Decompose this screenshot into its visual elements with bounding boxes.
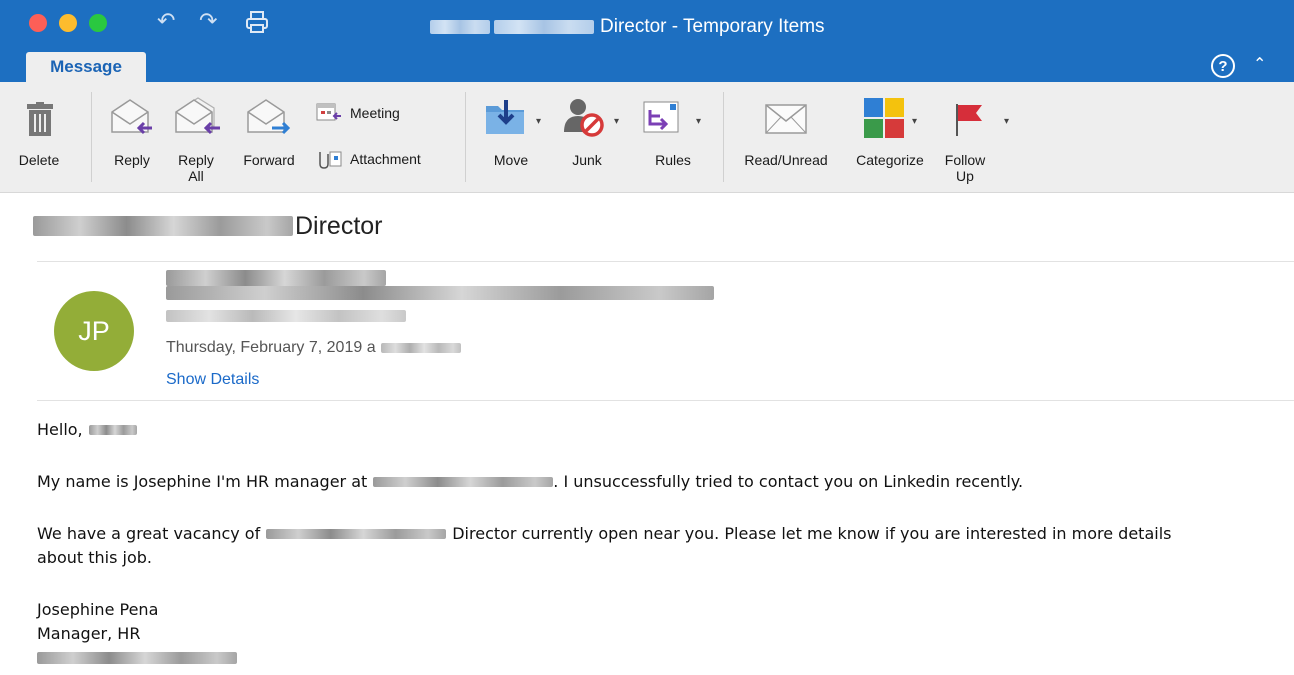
para2-start: We have a great vacancy of <box>37 524 261 543</box>
categorize-icon <box>864 98 904 138</box>
redacted-text <box>88 425 137 435</box>
follow-up-label-line1: Follow <box>944 152 986 168</box>
reply-all-button[interactable]: Reply All <box>168 96 224 186</box>
trash-icon <box>27 102 53 136</box>
window-title: Director - Temporary Items <box>430 14 990 40</box>
collapse-ribbon-icon[interactable]: ⌃ <box>1253 54 1266 73</box>
signature-name: Josephine Pena <box>37 600 159 619</box>
move-button[interactable]: ▾ Move <box>484 96 546 176</box>
forward-icon <box>247 99 291 135</box>
show-details-link[interactable]: Show Details <box>166 371 259 389</box>
meeting-button[interactable]: Meeting <box>316 102 400 124</box>
rules-icon <box>643 101 679 133</box>
reply-label: Reply <box>114 152 150 168</box>
redacted-text <box>373 477 554 487</box>
close-window-button[interactable] <box>29 14 47 32</box>
tab-bar: Message ? ⌃ <box>0 52 1294 82</box>
redacted-text <box>166 310 406 322</box>
greeting-text: Hello, <box>37 420 83 439</box>
redacted-text <box>33 216 293 236</box>
envelope-icon <box>765 104 807 134</box>
rules-label: Rules <box>655 152 691 168</box>
reply-icon <box>111 99 152 135</box>
redacted-text <box>494 20 594 34</box>
flag-icon <box>956 104 982 136</box>
tab-message[interactable]: Message <box>26 52 146 82</box>
junk-icon <box>564 99 604 137</box>
undo-icon[interactable]: ↶ <box>157 10 175 34</box>
window-title-text: Director - Temporary Items <box>600 16 825 37</box>
move-dropdown-icon[interactable]: ▾ <box>536 114 541 130</box>
subject-text: Director <box>295 211 383 240</box>
folder-move-icon <box>486 100 524 134</box>
print-icon[interactable] <box>245 10 269 40</box>
ribbon-separator <box>723 92 724 182</box>
read-unread-button[interactable]: Read/Unread <box>735 96 837 176</box>
junk-label: Junk <box>572 152 602 168</box>
attachment-label: Attachment <box>350 151 421 167</box>
para2-end: Director currently open near you. Please… <box>452 524 1172 543</box>
delete-label: Delete <box>18 152 60 168</box>
minimize-window-button[interactable] <box>59 14 77 32</box>
reply-button[interactable]: Reply <box>104 96 160 176</box>
follow-up-button[interactable]: ▾ Follow Up <box>945 96 1016 186</box>
reply-all-label-line1: Reply <box>178 152 214 168</box>
ribbon-separator <box>465 92 466 182</box>
categorize-label: Categorize <box>856 152 924 168</box>
rules-button[interactable]: ▾ Rules <box>642 96 704 176</box>
reply-all-label-line2: All <box>188 168 204 184</box>
zoom-window-button[interactable] <box>89 14 107 32</box>
junk-button[interactable]: ▾ Junk <box>562 96 624 176</box>
signature-title: Manager, HR <box>37 624 141 643</box>
paragraph-1: My name is Josephine I'm HR manager at .… <box>37 470 1023 494</box>
para1-start: My name is Josephine I'm HR manager at <box>37 472 368 491</box>
header-divider <box>37 261 1294 262</box>
rules-dropdown-icon[interactable]: ▾ <box>696 114 701 130</box>
categorize-button[interactable]: ▾ Categorize <box>846 96 934 176</box>
read-unread-label: Read/Unread <box>744 152 828 168</box>
redo-icon[interactable]: ↷ <box>199 10 217 34</box>
redacted-text <box>380 343 461 353</box>
redacted-text <box>37 652 237 664</box>
paragraph-2: We have a great vacancy of Director curr… <box>37 522 1171 546</box>
body-divider <box>37 400 1294 401</box>
move-label: Move <box>493 152 529 168</box>
follow-up-dropdown-icon[interactable]: ▾ <box>1004 114 1009 130</box>
help-icon[interactable]: ? <box>1211 54 1235 78</box>
forward-label: Forward <box>243 152 295 168</box>
redacted-text <box>166 286 714 300</box>
ribbon: Delete Reply Reply All Forward Meeting A… <box>0 82 1294 193</box>
avatar: JP <box>54 291 134 371</box>
follow-up-label-line2: Up <box>956 168 974 184</box>
message-subject: Director <box>33 206 383 246</box>
date-text: Thursday, February 7, 2019 a <box>166 339 376 356</box>
greeting: Hello, <box>37 418 137 442</box>
title-bar: ↶ ↷ Director - Temporary Items <box>0 0 1294 52</box>
reply-all-icon <box>175 97 220 135</box>
forward-button[interactable]: Forward <box>236 96 302 176</box>
delete-button[interactable]: Delete <box>14 96 64 176</box>
attachment-icon <box>319 151 342 169</box>
attachment-button[interactable]: Attachment <box>316 148 421 170</box>
categorize-dropdown-icon[interactable]: ▾ <box>912 114 917 130</box>
redacted-text <box>166 270 386 286</box>
para1-end: . I unsuccessfully tried to contact you … <box>553 472 1024 491</box>
redacted-text <box>266 529 447 539</box>
junk-dropdown-icon[interactable]: ▾ <box>614 114 619 130</box>
meeting-label: Meeting <box>350 105 400 121</box>
paragraph-2-continued: about this job. <box>37 548 153 567</box>
redacted-text <box>430 20 490 34</box>
ribbon-separator <box>91 92 92 182</box>
meeting-icon <box>316 103 341 121</box>
message-date: Thursday, February 7, 2019 a <box>166 339 461 357</box>
